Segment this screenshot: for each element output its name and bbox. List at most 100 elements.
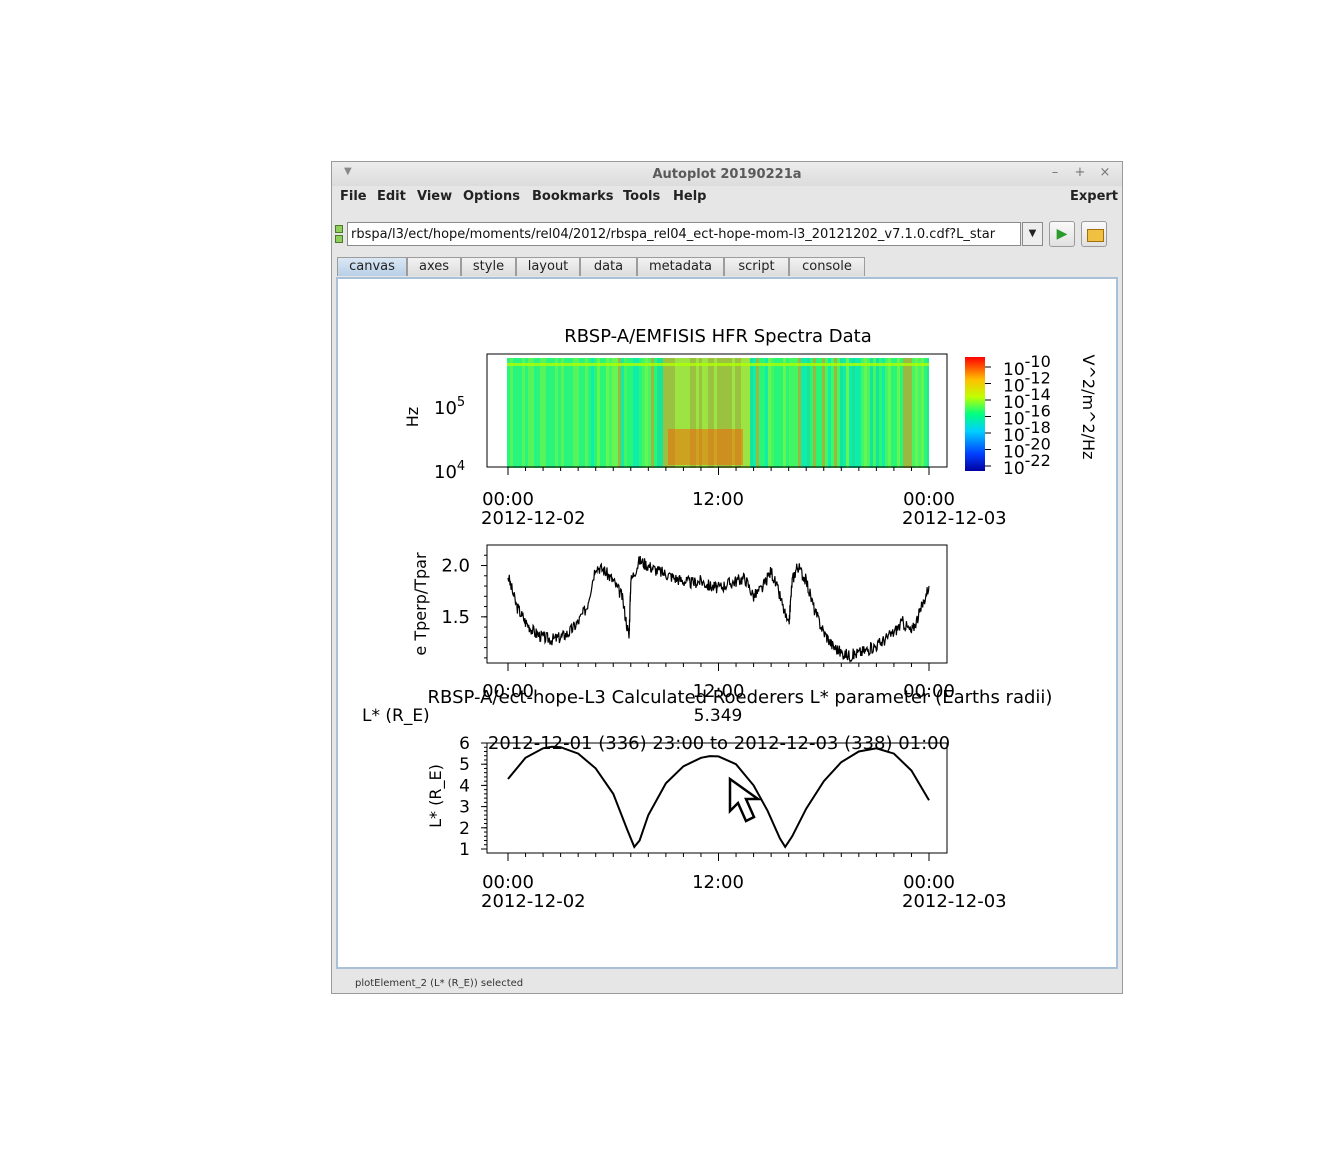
panel3-xtick-2: 00:00	[903, 872, 955, 893]
spectrogram-column	[645, 358, 648, 468]
spectrogram-column	[852, 358, 855, 468]
spectrogram-column	[771, 358, 774, 468]
spectrogram-column	[744, 358, 747, 468]
plot-canvas[interactable]: RBSP-A/EMFISIS HFR Spectra Data Hz 105 1…	[336, 277, 1118, 969]
spectrogram-column	[573, 358, 576, 468]
panel3-ytick-label: 1	[459, 840, 470, 860]
tab-style[interactable]: style	[461, 257, 516, 276]
spectrogram-column	[885, 358, 888, 468]
spectrogram-column	[663, 358, 666, 468]
tab-data[interactable]: data	[580, 257, 637, 276]
spectrogram-column	[555, 358, 558, 468]
panel3-ytick-label: 6	[459, 734, 470, 754]
spectrogram-column	[918, 358, 921, 468]
spectrogram-column	[618, 358, 621, 468]
spectrogram-column	[804, 358, 807, 468]
spectrogram-column	[777, 358, 780, 468]
spectrogram-column	[792, 358, 795, 468]
browse-file-button[interactable]	[1081, 221, 1107, 247]
menu-edit[interactable]: Edit	[377, 189, 406, 204]
spectrogram-column	[597, 358, 600, 468]
close-button[interactable]: ×	[1098, 165, 1112, 180]
spectrogram-column	[639, 358, 642, 468]
panel3-title: RBSP-A/ect-hope-L3 Calculated Roederers …	[428, 687, 1053, 708]
tab-metadata[interactable]: metadata	[637, 257, 724, 276]
spectrogram-column	[606, 358, 609, 468]
spectrogram-column	[609, 358, 612, 468]
panel2-series	[507, 556, 930, 663]
spectrogram-column	[519, 358, 522, 468]
spectrogram-column	[507, 358, 510, 468]
crosshair-value: 5.349	[694, 706, 743, 726]
plot-go-button[interactable]: ▶	[1049, 221, 1075, 247]
spectrogram-column	[843, 358, 846, 468]
panel2-ylabel: e Tperp/Tpar	[411, 552, 430, 656]
menu-help[interactable]: Help	[673, 189, 706, 204]
spectrogram-column	[549, 358, 552, 468]
maximize-button[interactable]: +	[1073, 165, 1087, 180]
spectrogram-column	[615, 358, 618, 468]
folder-icon	[1087, 229, 1104, 242]
spectrogram-column	[633, 358, 636, 468]
spectrogram-column	[750, 358, 753, 468]
tab-script[interactable]: script	[724, 257, 789, 276]
panel1-ytick-1e4: 104	[434, 459, 465, 483]
panel3-xtick-1: 12:00	[692, 872, 744, 893]
menu-bookmarks[interactable]: Bookmarks	[532, 189, 614, 204]
data-uri-input[interactable]: rbspa/l3/ect/hope/moments/rel04/2012/rbs…	[347, 222, 1021, 246]
spectrogram-column	[513, 358, 516, 468]
menu-file[interactable]: File	[340, 189, 367, 204]
panel1-xtick-0: 00:00	[482, 489, 534, 510]
spectrogram-column	[789, 358, 792, 468]
spectrogram-column	[756, 358, 759, 468]
spectrogram-column	[816, 358, 819, 468]
spectrogram-column	[765, 358, 768, 468]
time-range-label: 2012-12-01 (336) 23:00 to 2012-12-03 (33…	[488, 733, 950, 754]
tab-axes[interactable]: axes	[407, 257, 461, 276]
title-bar[interactable]: ▼ Autoplot 20190221a – + ×	[332, 162, 1122, 186]
spectrogram-column	[582, 358, 585, 468]
menu-expert[interactable]: Expert	[1070, 189, 1118, 204]
spectrogram-column	[612, 358, 615, 468]
spectrogram-column	[585, 358, 588, 468]
spectrogram-column	[924, 358, 927, 468]
menu-options[interactable]: Options	[463, 189, 520, 204]
spectrogram-column	[864, 358, 867, 468]
spectrogram-column	[561, 358, 564, 468]
spectrogram-column	[579, 358, 582, 468]
spectrogram-column	[894, 358, 897, 468]
spectrogram-column	[600, 358, 603, 468]
panel3-xtick-0: 00:00	[482, 872, 534, 893]
plot-svg[interactable]: RBSP-A/EMFISIS HFR Spectra Data Hz 105 1…	[338, 279, 1116, 967]
spectrogram-column	[909, 358, 912, 468]
spectrogram-column	[813, 358, 816, 468]
spectrogram-column	[840, 358, 843, 468]
spectrogram-column	[564, 358, 567, 468]
spectrogram-burst	[668, 429, 743, 465]
tab-canvas[interactable]: canvas	[337, 257, 407, 276]
menu-tools[interactable]: Tools	[623, 189, 660, 204]
minimize-button[interactable]: –	[1048, 165, 1062, 180]
panel3-series	[507, 745, 930, 849]
uri-history-dropdown[interactable]: ▼	[1022, 222, 1043, 246]
spectrogram-column	[657, 358, 660, 468]
spectrogram-column	[630, 358, 633, 468]
spectrogram-column	[921, 358, 924, 468]
panel3-xdate-0: 2012-12-02	[481, 891, 586, 912]
menu-view[interactable]: View	[417, 189, 452, 204]
spectrogram-column	[849, 358, 852, 468]
colorbar	[965, 357, 985, 471]
spectrogram-column	[591, 358, 594, 468]
spectrogram-column	[825, 358, 828, 468]
tab-console[interactable]: console	[789, 257, 865, 276]
spectrogram-column	[570, 358, 573, 468]
spectrogram-column	[603, 358, 606, 468]
spectrogram-column	[588, 358, 591, 468]
tab-layout[interactable]: layout	[516, 257, 580, 276]
spectrogram-column	[528, 358, 531, 468]
spectrogram-column	[831, 358, 834, 468]
spectrogram-column	[516, 358, 519, 468]
spectrogram-column	[525, 358, 528, 468]
spectrogram-column	[876, 358, 879, 468]
spectrogram-column	[810, 358, 813, 468]
